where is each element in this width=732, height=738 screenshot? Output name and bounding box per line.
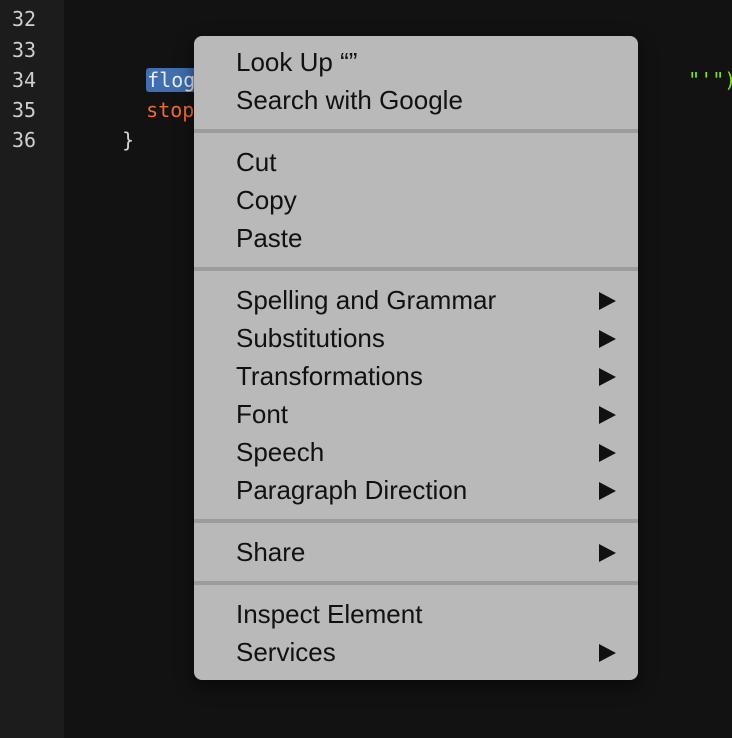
context-menu: Look Up “” Search with Google Cut Copy P… [194,36,638,680]
menu-item-look-up[interactable]: Look Up “” [194,44,638,80]
submenu-arrow-icon [599,368,616,386]
submenu-arrow-icon [599,330,616,348]
string-literal: "'") [688,68,732,92]
menu-item-font[interactable]: Font [194,396,638,432]
menu-separator [194,267,638,271]
menu-item-cut[interactable]: Cut [194,144,638,180]
menu-item-label: Substitutions [236,323,385,353]
menu-item-label: Search with Google [236,85,463,115]
menu-item-label: Look Up “” [236,47,358,77]
menu-item-services[interactable]: Services [194,634,638,670]
menu-item-label: Spelling and Grammar [236,285,497,315]
menu-item-copy[interactable]: Copy [194,182,638,218]
menu-item-inspect-element[interactable]: Inspect Element [194,596,638,632]
code-line-35[interactable]: } [74,95,134,152]
menu-item-speech[interactable]: Speech [194,434,638,470]
menu-item-paste[interactable]: Paste [194,220,638,256]
menu-item-label: Inspect Element [236,599,423,629]
menu-item-spelling-grammar[interactable]: Spelling and Grammar [194,282,638,318]
code-line-33-tail[interactable]: "'") [640,35,732,92]
menu-item-share[interactable]: Share [194,534,638,570]
line-number: 34 [12,68,37,92]
menu-item-label: Font [236,399,289,429]
menu-item-label: Services [236,637,336,667]
menu-item-search-google[interactable]: Search with Google [194,82,638,118]
menu-item-label: Paste [236,223,303,253]
menu-item-substitutions[interactable]: Substitutions [194,320,638,356]
menu-item-label: Share [236,537,306,567]
menu-item-label: Copy [236,185,297,215]
closing-brace: } [122,128,135,152]
submenu-arrow-icon [599,444,616,462]
submenu-arrow-icon [599,406,616,424]
menu-item-label: Speech [236,437,325,467]
line-number: 36 [12,128,37,152]
menu-separator [194,519,638,523]
menu-item-transformations[interactable]: Transformations [194,358,638,394]
menu-item-label: Transformations [236,361,423,391]
submenu-arrow-icon [599,482,616,500]
line-number: 32 [12,7,37,31]
line-number: 33 [12,38,37,62]
submenu-arrow-icon [599,292,616,310]
menu-item-label: Cut [236,147,277,177]
menu-separator [194,581,638,585]
menu-item-label: Paragraph Direction [236,475,468,505]
submenu-arrow-icon [599,544,616,562]
menu-separator [194,129,638,133]
function-name: stop [146,98,195,122]
line-number: 35 [12,98,37,122]
menu-item-paragraph-direction[interactable]: Paragraph Direction [194,472,638,508]
line-number-gutter: 32 33 34 35 36 [0,0,64,738]
submenu-arrow-icon [599,644,616,662]
